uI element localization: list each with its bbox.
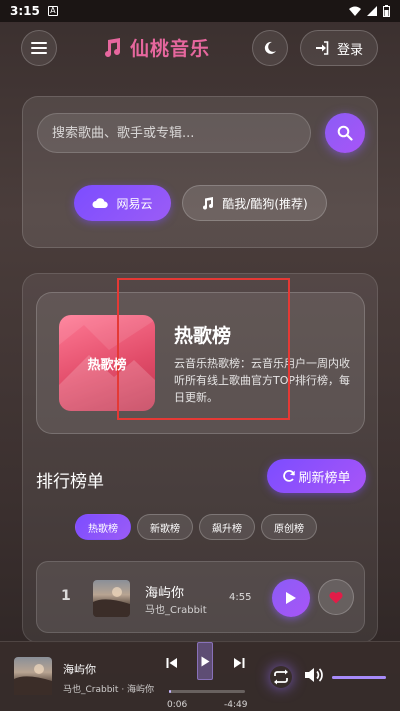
next-button[interactable] xyxy=(233,654,245,673)
source-kuwo-button[interactable]: 酷我/酷狗(推荐) xyxy=(182,185,327,221)
search-button[interactable] xyxy=(325,113,365,153)
cloud-icon xyxy=(92,198,109,208)
volume-fill xyxy=(332,676,386,679)
repeat-button[interactable] xyxy=(270,666,292,688)
play-icon xyxy=(286,592,296,604)
player-artist: 马也_Crabbit · 海屿你 xyxy=(63,685,155,695)
tab-rising[interactable]: 飙升榜 xyxy=(199,514,255,540)
app-header: 仙桃音乐 登录 xyxy=(0,26,400,70)
featured-chart-card[interactable]: 热歌榜 热歌榜 云音乐热歌榜：云音乐用户一周内收听所有线上歌曲官方TOP排行榜，… xyxy=(36,292,365,434)
mini-player: 海屿你 马也_Crabbit · 海屿你 0:06 -4:49 xyxy=(0,641,400,711)
favorite-button[interactable] xyxy=(318,579,354,615)
player-thumbnail[interactable] xyxy=(14,657,52,695)
tab-hot[interactable]: 热歌榜 xyxy=(75,514,131,540)
source-netease-label: 网易云 xyxy=(116,196,153,211)
ranking-tabs: 热歌榜 新歌榜 飙升榜 原创榜 xyxy=(75,514,317,540)
rankings-panel: 热歌榜 热歌榜 云音乐热歌榜：云音乐用户一周内收听所有线上歌曲官方TOP排行榜，… xyxy=(22,273,378,643)
heart-icon xyxy=(329,591,343,603)
notification-a-icon: A xyxy=(47,6,58,16)
search-panel: 网易云 酷我/酷狗(推荐) xyxy=(22,96,378,248)
app-title: 仙桃音乐 xyxy=(130,38,211,60)
progress-bar[interactable] xyxy=(169,690,245,693)
song-row[interactable]: 1 海屿你 马也_Crabbit 4:55 xyxy=(36,561,365,633)
menu-icon xyxy=(31,42,47,54)
player-play-button[interactable] xyxy=(197,642,213,680)
song-duration: 4:55 xyxy=(229,592,252,603)
featured-chart-title: 热歌榜 xyxy=(174,325,232,347)
previous-button[interactable] xyxy=(166,654,178,673)
song-index: 1 xyxy=(61,588,71,604)
song-artist: 马也_Crabbit xyxy=(145,605,207,616)
theme-toggle-button[interactable] xyxy=(252,30,288,66)
tab-original[interactable]: 原创榜 xyxy=(261,514,317,540)
status-icons xyxy=(349,5,390,17)
source-kuwo-label: 酷我/酷狗(推荐) xyxy=(222,196,308,211)
login-button[interactable]: 登录 xyxy=(300,30,378,66)
prev-icon xyxy=(166,658,177,668)
song-name: 海屿你 xyxy=(145,586,185,601)
signal-icon xyxy=(367,6,377,16)
search-icon xyxy=(337,125,353,141)
menu-button[interactable] xyxy=(21,30,57,66)
featured-chart-cover: 热歌榜 xyxy=(59,315,155,411)
wifi-icon xyxy=(349,6,361,16)
remaining-time: -4:49 xyxy=(224,700,248,710)
cover-text: 热歌榜 xyxy=(87,357,127,373)
login-label: 登录 xyxy=(336,42,363,58)
volume-button[interactable] xyxy=(304,667,324,687)
repeat-icon xyxy=(274,669,288,685)
search-input[interactable] xyxy=(37,113,311,153)
tab-new[interactable]: 新歌榜 xyxy=(137,514,193,540)
progress-fill xyxy=(169,690,171,693)
refresh-rankings-button[interactable]: 刷新榜单 xyxy=(267,459,366,493)
rankings-heading: 排行榜单 xyxy=(36,472,104,492)
status-bar: 3:15 A xyxy=(0,0,400,22)
refresh-icon xyxy=(283,470,296,482)
song-thumbnail xyxy=(93,580,130,617)
volume-slider[interactable] xyxy=(332,676,386,679)
play-song-button[interactable] xyxy=(272,579,310,617)
login-icon xyxy=(315,41,329,55)
next-icon xyxy=(234,658,245,668)
music-note-icon xyxy=(105,37,120,57)
current-time: 0:06 xyxy=(167,700,188,710)
brand: 仙桃音乐 xyxy=(100,34,210,61)
player-art-icon xyxy=(14,664,52,695)
battery-icon xyxy=(383,5,390,17)
featured-chart-description: 云音乐热歌榜：云音乐用户一周内收听所有线上歌曲官方TOP排行榜，每日更新。 xyxy=(174,357,351,404)
volume-icon xyxy=(305,668,323,682)
player-song-name: 海屿你 xyxy=(63,663,96,676)
moon-icon xyxy=(264,41,276,54)
refresh-label: 刷新榜单 xyxy=(298,470,351,486)
music-icon xyxy=(203,196,214,209)
source-netease-button[interactable]: 网易云 xyxy=(74,185,171,221)
status-time: 3:15 xyxy=(10,4,40,18)
play-icon xyxy=(201,656,209,666)
thumbnail-art-icon xyxy=(93,587,130,617)
